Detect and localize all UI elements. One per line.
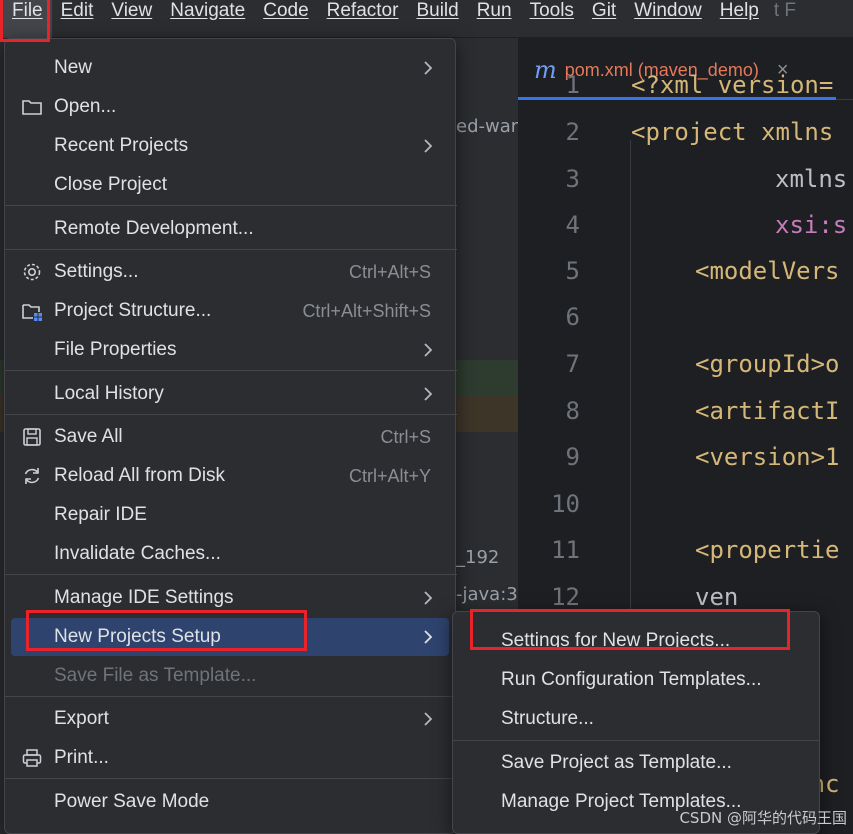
- code-line: xsi:s: [775, 211, 848, 239]
- menu-help[interactable]: Help: [711, 0, 768, 38]
- menu-item-reload-all-from-disk[interactable]: Reload All from Disk Ctrl+Alt+Y: [11, 457, 449, 495]
- menu-item-repair-ide[interactable]: Repair IDE: [11, 496, 449, 534]
- code-line: <project xmlns: [631, 118, 834, 146]
- chevron-right-icon: [424, 61, 433, 75]
- chevron-right-icon: [424, 139, 433, 153]
- submenu-item-save-project-as-template[interactable]: Save Project as Template...: [459, 744, 813, 782]
- window-title-fragment: t F: [773, 0, 797, 21]
- menu-separator: [5, 414, 457, 415]
- background-text-fragment: -java:3: [456, 584, 518, 605]
- folder-icon: [22, 100, 42, 115]
- line-number: 12: [551, 583, 580, 611]
- submenu-item-run-configuration-templates[interactable]: Run Configuration Templates...: [459, 661, 813, 699]
- menu-item-recent-projects[interactable]: Recent Projects: [11, 127, 449, 165]
- code-line: <artifactI: [695, 397, 840, 425]
- print-icon: [22, 749, 42, 767]
- menu-view[interactable]: View: [102, 0, 161, 38]
- reload-icon: [24, 468, 40, 484]
- menu-separator: [5, 370, 457, 371]
- menu-item-project-structure[interactable]: Project Structure... Ctrl+Alt+Shift+S: [11, 292, 449, 330]
- code-line: <version>1: [695, 443, 840, 471]
- line-number: 2: [565, 118, 580, 146]
- menu-item-invalidate-caches[interactable]: Invalidate Caches...: [11, 535, 449, 573]
- menu-git[interactable]: Git: [583, 0, 625, 38]
- menu-item-power-save-mode[interactable]: Power Save Mode: [11, 783, 449, 821]
- menu-item-save-all[interactable]: Save All Ctrl+S: [11, 418, 449, 456]
- menu-run[interactable]: Run: [468, 0, 521, 38]
- menu-shortcut: Ctrl+S: [380, 426, 431, 447]
- menu-window[interactable]: Window: [625, 0, 711, 38]
- line-number: 5: [565, 257, 580, 285]
- highlight-box-file-menu: [0, 0, 50, 42]
- menu-separator: [5, 696, 457, 697]
- menu-item-save-file-as-template: Save File as Template...: [54, 665, 257, 686]
- submenu-item-structure[interactable]: Structure...: [459, 700, 813, 738]
- menu-item-file-properties[interactable]: File Properties: [11, 331, 449, 369]
- background-text-fragment: ed-war: [456, 116, 519, 137]
- project-structure-icon: [22, 304, 42, 321]
- menu-item-print[interactable]: Print...: [11, 739, 449, 777]
- menu-separator: [5, 205, 457, 206]
- menu-separator: [5, 778, 457, 779]
- code-line: ven: [695, 583, 739, 611]
- menu-separator: [5, 249, 457, 250]
- line-number: 7: [565, 350, 580, 378]
- menu-refactor[interactable]: Refactor: [318, 0, 408, 38]
- menu-item-new[interactable]: New: [11, 49, 449, 87]
- line-number: 4: [565, 211, 580, 239]
- chevron-right-icon: [424, 591, 433, 605]
- menu-item-local-history[interactable]: Local History: [11, 375, 449, 413]
- menu-separator: [453, 740, 819, 741]
- watermark: CSDN @阿华的代码王国: [679, 809, 847, 827]
- save-icon: [23, 428, 41, 446]
- background-text-fragment: _192: [456, 547, 500, 568]
- code-line: <modelVers: [695, 257, 840, 285]
- line-number: 3: [565, 165, 580, 193]
- line-number: 1: [565, 71, 580, 99]
- line-number: 8: [565, 397, 580, 425]
- menu-item-export[interactable]: Export: [11, 700, 449, 738]
- line-number: 11: [551, 536, 580, 564]
- menu-tools[interactable]: Tools: [521, 0, 583, 38]
- highlight-box-new-projects-setup: [26, 610, 307, 651]
- code-line: <propertie: [695, 536, 840, 564]
- chevron-right-icon: [424, 630, 433, 644]
- menu-navigate[interactable]: Navigate: [161, 0, 254, 38]
- menu-item-close-project[interactable]: Close Project: [11, 166, 449, 204]
- code-line: <groupId>o: [695, 350, 840, 378]
- menu-build[interactable]: Build: [407, 0, 467, 38]
- menu-item-settings[interactable]: Settings... Ctrl+Alt+S: [11, 253, 449, 291]
- gear-icon: [23, 263, 41, 281]
- file-menu-popup: New Open... Recent Projects Close Projec…: [4, 38, 457, 834]
- line-number: 6: [565, 303, 580, 331]
- menu-item-open[interactable]: Open...: [11, 88, 449, 126]
- chevron-right-icon: [424, 343, 433, 357]
- line-number: 9: [565, 443, 580, 471]
- chevron-right-icon: [424, 387, 433, 401]
- code-line: xmlns: [775, 165, 848, 193]
- menu-edit[interactable]: Edit: [52, 0, 103, 38]
- menu-separator: [5, 574, 457, 575]
- line-number: 10: [551, 490, 580, 518]
- menu-shortcut: Ctrl+Alt+S: [348, 261, 431, 282]
- menu-item-remote-development[interactable]: Remote Development...: [11, 210, 449, 248]
- menu-shortcut: Ctrl+Alt+Shift+S: [302, 300, 431, 321]
- menu-code[interactable]: Code: [254, 0, 317, 38]
- code-line: <?xml version=: [631, 71, 834, 99]
- main-menu-bar: File Edit View Navigate Code Refactor Bu…: [0, 0, 853, 38]
- chevron-right-icon: [424, 712, 433, 726]
- menu-shortcut: Ctrl+Alt+Y: [348, 465, 431, 486]
- highlight-box-settings-for-new-projects: [470, 609, 790, 650]
